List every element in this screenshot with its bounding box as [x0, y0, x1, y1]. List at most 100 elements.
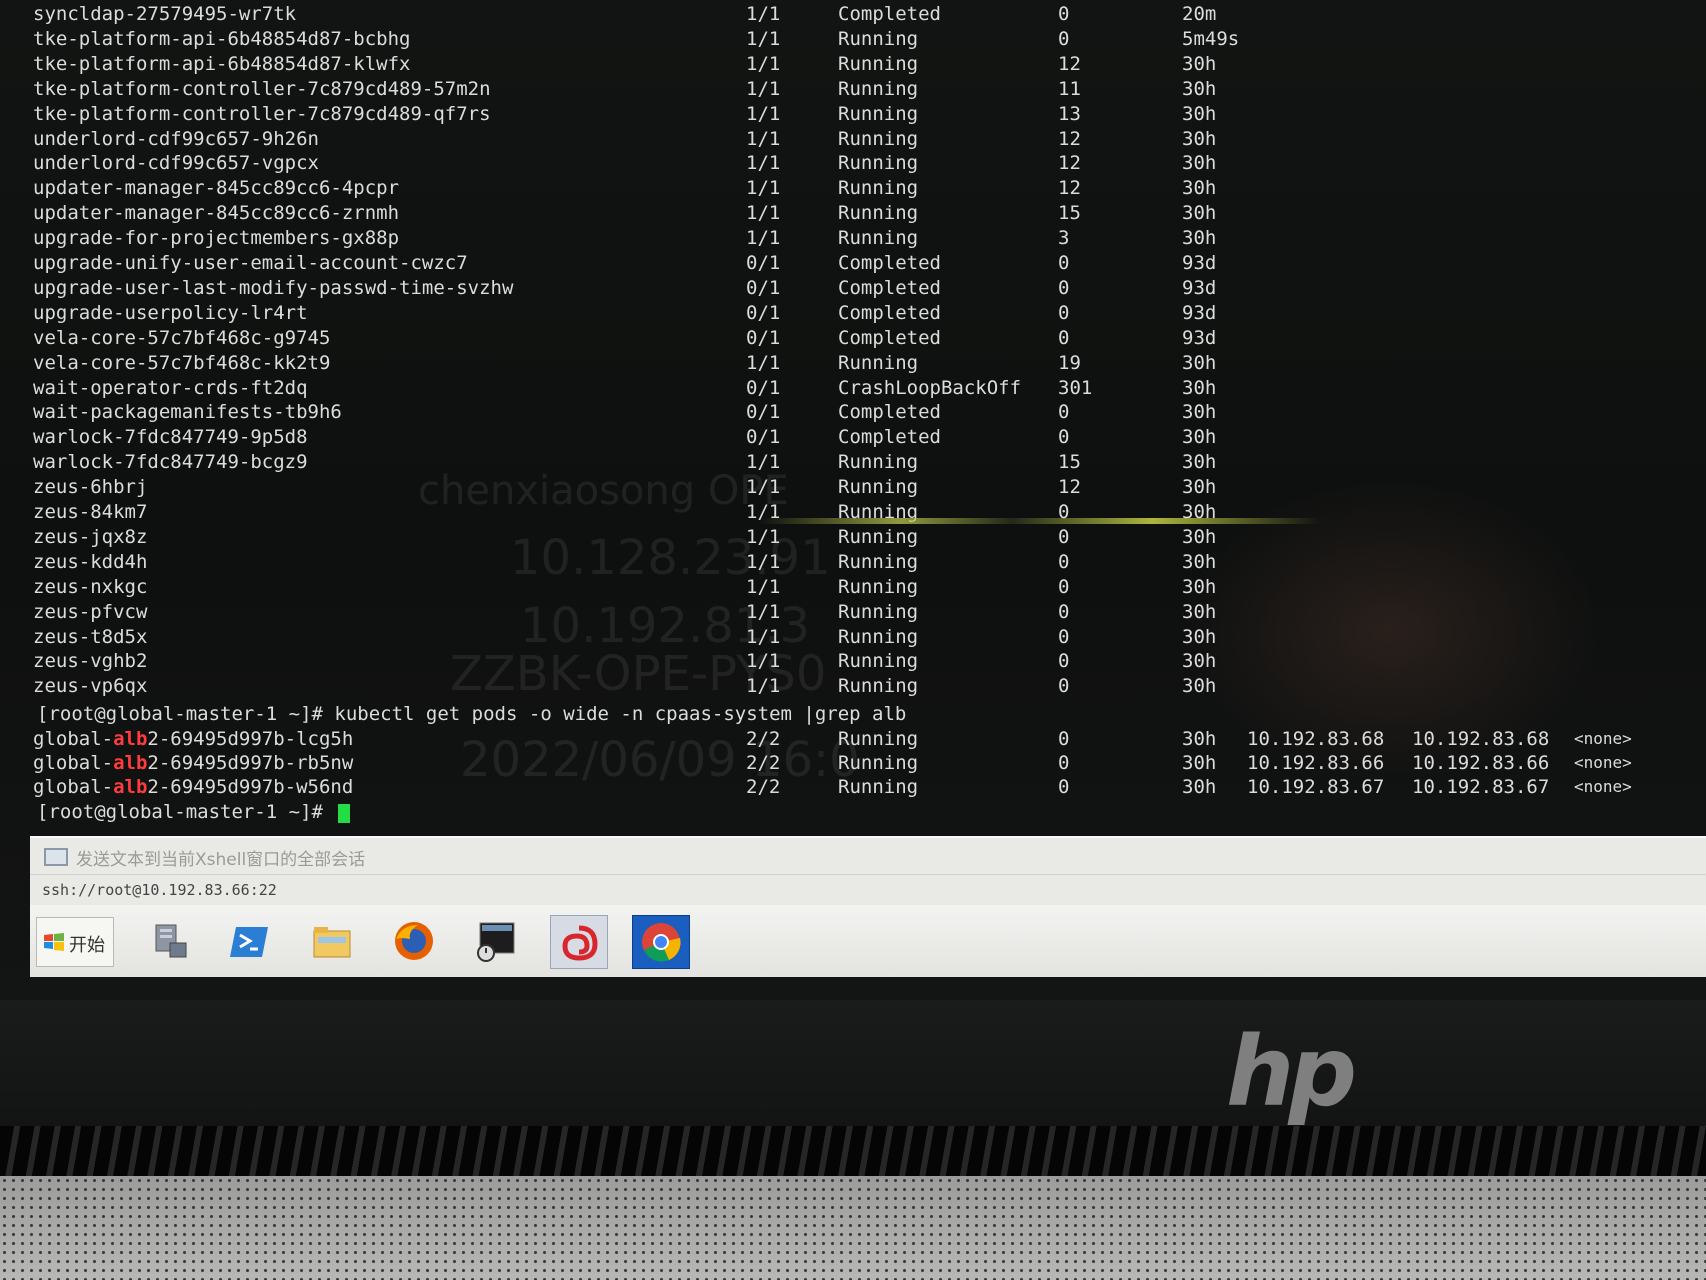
pod-name: underlord-cdf99c657-vgpcx	[33, 152, 319, 175]
start-button[interactable]: 开始	[36, 917, 114, 967]
pod-age: 30h	[1182, 426, 1217, 449]
pod-restarts: 19	[1058, 351, 1081, 374]
pod-status: Completed	[838, 426, 941, 449]
pod-age: 30h	[1182, 650, 1217, 673]
pod-age: 30h	[1182, 625, 1217, 648]
pod-restarts: 0	[1058, 776, 1070, 798]
pod-ready: 1/1	[746, 152, 781, 175]
pod-status: Running	[838, 102, 919, 125]
pod-name: underlord-cdf99c657-9h26n	[33, 127, 319, 150]
alb-pod-name-prefix: global-	[33, 752, 114, 774]
command-text: [root@global-master-1 ~]# kubectl get po…	[37, 703, 907, 725]
pod-restarts: 0	[1058, 276, 1070, 299]
pod-age: 30h	[1182, 177, 1217, 200]
pod-row: zeus-nxkgc 1/1 Running 0 30h	[0, 575, 1706, 599]
pod-name: syncldap-27579495-wr7tk	[33, 3, 297, 25]
pod-restarts: 0	[1058, 600, 1070, 623]
pod-age: 30h	[1182, 102, 1217, 125]
window-icon	[44, 848, 68, 866]
pod-status: Completed	[838, 301, 941, 324]
pod-age: 30h	[1182, 476, 1217, 499]
pod-age: 30h	[1182, 550, 1217, 573]
send-text-bar[interactable]: 发送文本到当前Xshell窗口的全部会话	[30, 838, 1706, 875]
pod-restarts: 12	[1058, 127, 1081, 150]
pod-age: 30h	[1182, 451, 1217, 474]
pod-name: zeus-nxkgc	[33, 575, 148, 598]
taskbar: 开始	[30, 905, 1706, 977]
command-line: [root@global-master-1 ~]# kubectl get po…	[0, 702, 1706, 726]
server-manager-icon[interactable]	[140, 915, 196, 967]
pod-name: upgrade-user-last-modify-passwd-time-svz…	[33, 276, 514, 299]
pod-ready: 1/1	[746, 177, 781, 200]
pod-restarts: 12	[1058, 177, 1081, 200]
pod-row: vela-core-57c7bf468c-g9745 0/1 Completed 0 9…	[0, 326, 1706, 350]
pod-restarts: 12	[1058, 152, 1081, 175]
pod-age: 30h	[1182, 728, 1217, 750]
session-address: ssh://root@10.192.83.66:22	[42, 881, 277, 899]
pod-row: upgrade-user-last-modify-passwd-time-svz…	[0, 276, 1706, 300]
prompt-line[interactable]: [root@global-master-1 ~]#	[0, 800, 1706, 824]
terminal-output[interactable]: syncldap-27579495-wr7tk 1/1 Completed 0 20m t…	[0, 0, 1706, 836]
pod-age: 93d	[1182, 276, 1217, 299]
file-explorer-icon[interactable]	[304, 915, 360, 967]
pod-ready: 1/1	[746, 77, 781, 100]
pod-status: Running	[838, 127, 919, 150]
pod-status: Running	[838, 476, 919, 499]
alb-pod-row: global-alb2-69495d997b-w56nd 2/2 Running 0 3…	[0, 775, 1706, 799]
pod-status: Running	[838, 27, 919, 50]
pod-restarts: 3	[1058, 227, 1070, 250]
pod-name: wait-packagemanifests-tb9h6	[33, 401, 342, 424]
alb-pod-name: global-alb2-69495d997b-w56nd	[33, 775, 353, 799]
pod-restarts: 0	[1058, 326, 1070, 349]
pod-ready: 1/1	[746, 625, 781, 648]
pod-name: tke-platform-api-6b48854d87-klwfx	[33, 52, 411, 75]
pod-name: zeus-kdd4h	[33, 550, 148, 573]
terminal-cursor	[338, 804, 350, 823]
session-bar: ssh://root@10.192.83.66:22	[30, 875, 1706, 905]
pod-row: tke-platform-api-6b48854d87-bcbhg 1/1 Runn…	[0, 27, 1706, 51]
pod-ready: 1/1	[746, 227, 781, 250]
pod-age: 30h	[1182, 152, 1217, 175]
pod-ready: 1/1	[746, 550, 781, 573]
pod-status: Running	[838, 776, 919, 798]
chrome-icon[interactable]	[632, 915, 690, 969]
pod-ready: 0/1	[746, 276, 781, 299]
pod-status: Running	[838, 752, 919, 774]
pod-age: 20m	[1182, 3, 1217, 25]
pod-row: underlord-cdf99c657-9h26n 1/1 Running 12 30h	[0, 127, 1706, 151]
pod-restarts: 13	[1058, 102, 1081, 125]
pod-ready: 1/1	[746, 102, 781, 125]
pod-name: tke-platform-controller-7c879cd489-qf7rs	[33, 102, 491, 125]
pod-status: Running	[838, 77, 919, 100]
pod-status: Running	[838, 728, 919, 750]
pod-status: CrashLoopBackOff	[838, 376, 1022, 399]
pod-node: 10.192.83.68	[1412, 728, 1550, 750]
pod-restarts: 0	[1058, 525, 1070, 548]
remote-desktop-icon[interactable]	[468, 915, 524, 967]
pod-age: 5m49s	[1182, 27, 1240, 50]
powershell-icon[interactable]	[222, 915, 278, 967]
start-label: 开始	[69, 935, 105, 956]
pod-restarts: 0	[1058, 675, 1070, 698]
pod-status: Completed	[838, 276, 941, 299]
pod-age: 30h	[1182, 127, 1217, 150]
pod-age: 30h	[1182, 675, 1217, 698]
pod-status: Completed	[838, 401, 941, 424]
firefox-icon[interactable]	[386, 915, 442, 967]
xshell-icon[interactable]	[550, 915, 608, 969]
pod-name: zeus-vghb2	[33, 650, 148, 673]
pod-restarts: 0	[1058, 426, 1070, 449]
pod-ready: 1/1	[746, 476, 781, 499]
pod-row: vela-core-57c7bf468c-kk2t9 1/1 Running 19 30…	[0, 351, 1706, 375]
pod-restarts: 0	[1058, 752, 1070, 774]
pod-status: Running	[838, 550, 919, 573]
speaker-grille	[0, 1176, 1706, 1280]
send-text-label: 发送文本到当前Xshell窗口的全部会话	[76, 850, 366, 870]
pod-age: 30h	[1182, 776, 1217, 798]
pod-restarts: 12	[1058, 476, 1081, 499]
pod-age: 30h	[1182, 52, 1217, 75]
pod-age: 30h	[1182, 351, 1217, 374]
pod-ready: 0/1	[746, 326, 781, 349]
pod-restarts: 15	[1058, 451, 1081, 474]
pod-name: zeus-jqx8z	[33, 525, 148, 548]
